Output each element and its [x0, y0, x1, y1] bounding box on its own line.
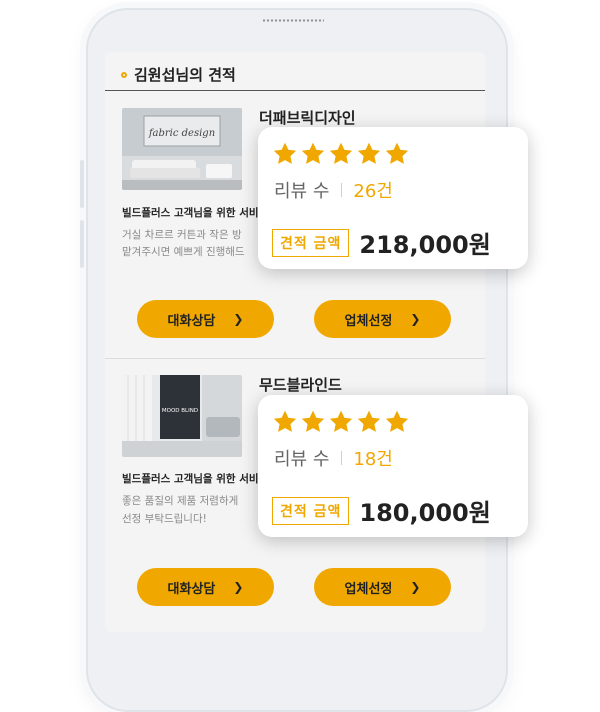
chat-consult-label: 대화상담	[167, 581, 216, 597]
page-title-text: 김원섭님의 견적	[134, 66, 236, 84]
quote-description-line: 좋은 품질의 제품 저렴하게	[122, 495, 239, 507]
quote-description-line: 거실 차르르 커튼과 작은 방	[122, 229, 242, 241]
select-company-label: 업체선정	[344, 313, 393, 329]
quote-price: 180,000원	[359, 499, 491, 527]
quote-headline: 빌드플러스 고객님을 위한 서비스	[122, 473, 268, 485]
star-icon	[301, 410, 325, 432]
circle-marker-icon	[121, 71, 127, 78]
price-row: 견적 금액 218,000원	[272, 225, 491, 260]
quote-headline: 빌드플러스 고객님을 위한 서비스	[122, 207, 268, 219]
star-icon	[273, 142, 297, 164]
chat-consult-button[interactable]: 대화상담 ❯	[137, 568, 274, 606]
review-label: 리뷰 수	[274, 449, 330, 470]
price-label-tag: 견적 금액	[272, 228, 350, 257]
select-company-button[interactable]: 업체선정 ❯	[314, 300, 451, 338]
rating-price-popup: 리뷰 수 18건 견적 금액 180,000원	[258, 395, 528, 537]
star-icon	[329, 410, 353, 432]
rating-price-popup: 리뷰 수 26건 견적 금액 218,000원	[258, 127, 528, 269]
star-icon	[385, 410, 409, 432]
separator	[341, 451, 343, 465]
review-count: 리뷰 수 18건	[274, 445, 393, 471]
chevron-right-icon: ❯	[233, 580, 244, 594]
card-divider	[105, 358, 485, 359]
price-row: 견적 금액 180,000원	[272, 493, 491, 528]
company-thumbnail[interactable]: fabric design	[122, 108, 242, 190]
quote-description-line: 맡겨주시면 예쁘게 진행해드	[122, 246, 245, 258]
chat-consult-label: 대화상담	[167, 313, 216, 329]
star-rating	[272, 141, 410, 167]
phone-speaker	[262, 19, 324, 22]
price-label-tag: 견적 금액	[272, 496, 350, 525]
title-divider	[105, 90, 485, 91]
company-name: 더패브릭디자인	[259, 109, 356, 127]
review-count-value: 18건	[353, 449, 393, 470]
thumbnail-logo-text: MOOD BLIND	[162, 408, 198, 414]
phone-side-button	[80, 160, 84, 208]
star-icon	[357, 142, 381, 164]
select-company-button[interactable]: 업체선정 ❯	[314, 568, 451, 606]
star-rating	[272, 409, 410, 435]
quote-price: 218,000원	[359, 231, 491, 259]
star-icon	[385, 142, 409, 164]
select-company-label: 업체선정	[344, 581, 393, 597]
chevron-right-icon: ❯	[410, 312, 421, 326]
star-icon	[329, 142, 353, 164]
chat-consult-button[interactable]: 대화상담 ❯	[137, 300, 274, 338]
star-icon	[357, 410, 381, 432]
phone-side-button	[80, 220, 84, 268]
company-thumbnail[interactable]: MOOD BLIND	[122, 375, 242, 457]
company-name: 무드블라인드	[259, 376, 342, 394]
star-icon	[273, 410, 297, 432]
review-count-value: 26건	[353, 181, 393, 202]
page-title: 김원섭님의 견적	[121, 64, 236, 85]
star-icon	[301, 142, 325, 164]
review-count: 리뷰 수 26건	[274, 177, 393, 203]
quote-description-line: 선정 부탁드립니다!	[122, 513, 207, 525]
thumbnail-logo-text: fabric design	[148, 128, 215, 139]
review-label: 리뷰 수	[274, 181, 330, 202]
chevron-right-icon: ❯	[233, 312, 244, 326]
chevron-right-icon: ❯	[410, 580, 421, 594]
separator	[341, 183, 343, 197]
